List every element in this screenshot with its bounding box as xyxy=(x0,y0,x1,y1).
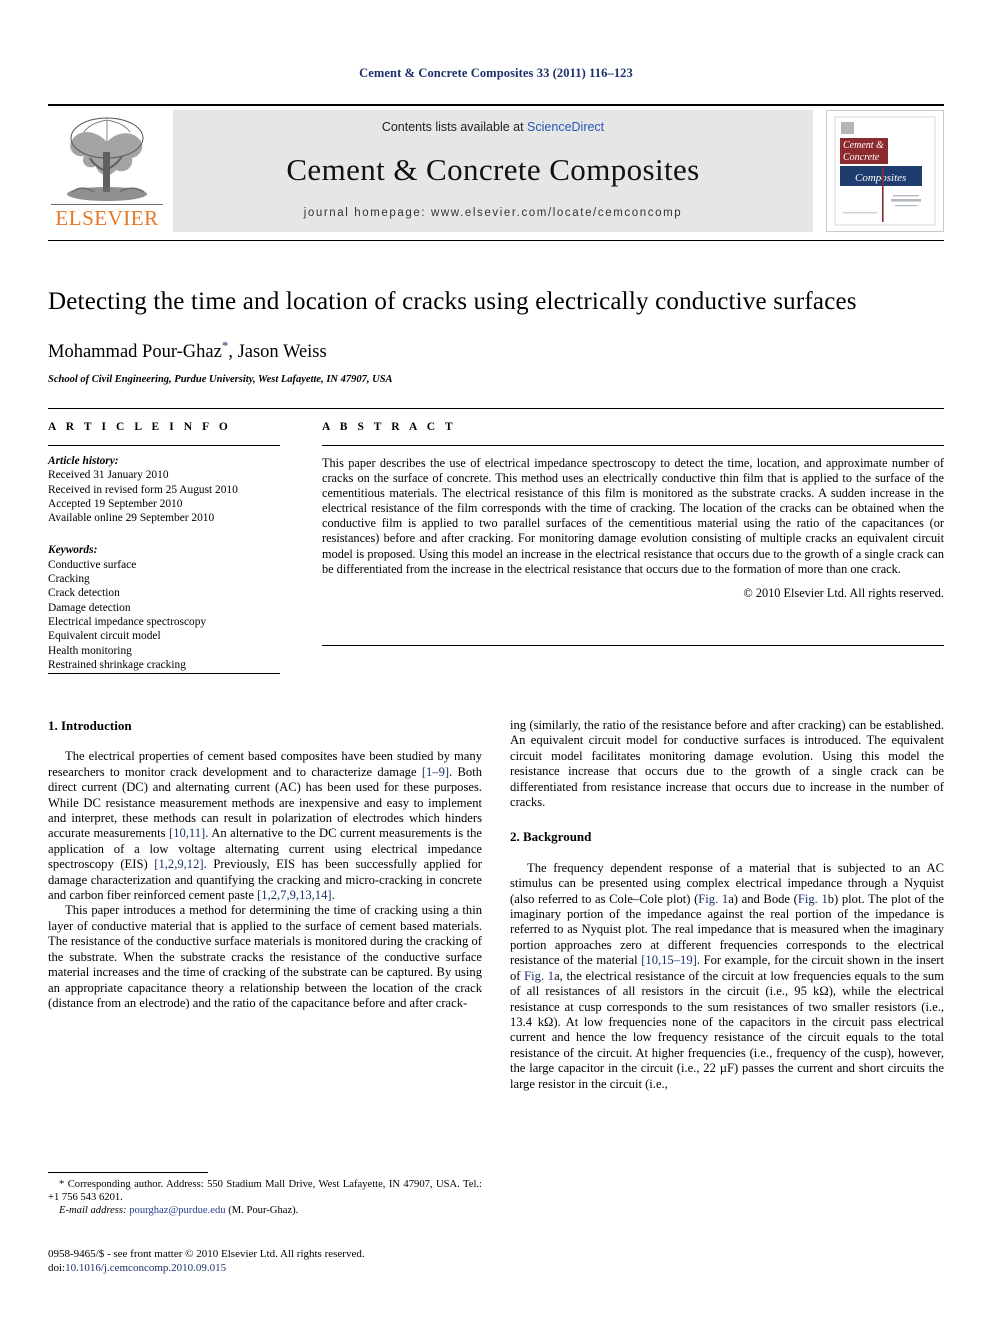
email-owner: (M. Pour-Ghaz). xyxy=(228,1205,299,1217)
journal-masthead: ELSEVIER Contents lists available at Sci… xyxy=(48,110,944,232)
citation-ref[interactable]: [1,2,7,9,13,14] xyxy=(257,888,332,902)
affiliation: School of Civil Engineering, Purdue Univ… xyxy=(48,374,393,386)
info-abstract-top-rule xyxy=(48,408,944,409)
svg-text:Cement &: Cement & xyxy=(843,140,884,151)
keyword-item: Conductive surface xyxy=(48,558,137,571)
keyword-item: Health monitoring xyxy=(48,644,132,657)
section-heading-introduction: 1. Introduction xyxy=(48,718,132,733)
masthead-top-rule xyxy=(48,104,944,106)
paragraph-text: The electrical properties of cement base… xyxy=(48,749,482,779)
article-info-rule xyxy=(48,445,280,446)
email-link[interactable]: pourghaz@purdue.edu xyxy=(129,1205,225,1216)
contents-available-text: Contents lists available at xyxy=(381,120,528,134)
keyword-item: Electrical impedance spectroscopy xyxy=(48,615,207,628)
doi-link[interactable]: 10.1016/j.cemconcomp.2010.09.015 xyxy=(65,1262,226,1274)
journal-cover-thumbnail: Cement & Concrete Composites xyxy=(826,110,944,232)
abstract-rule xyxy=(322,445,944,446)
svg-text:Concrete: Concrete xyxy=(843,152,880,163)
abstract-panel: A B S T R A C T This paper describes the… xyxy=(322,421,944,601)
elsevier-wordmark: ELSEVIER xyxy=(55,206,159,230)
cover-elsevier-mark xyxy=(841,122,854,134)
abstract-text: This paper describes the use of electric… xyxy=(322,456,944,576)
author-secondary: , Jason Weiss xyxy=(228,342,327,363)
footnote-divider xyxy=(48,1172,208,1173)
section-heading-background: 2. Background xyxy=(510,829,592,845)
corresponding-author-note: * Corresponding author. Address: 550 Sta… xyxy=(48,1179,482,1204)
svg-text:Composites: Composites xyxy=(855,172,906,184)
abstract-bottom-rule xyxy=(322,645,944,646)
title-block: Detecting the time and location of crack… xyxy=(48,288,944,385)
citation-ref[interactable]: [10,11] xyxy=(169,826,205,840)
article-history-block: Article history: Received 31 January 201… xyxy=(48,454,280,525)
elsevier-tree-icon xyxy=(67,117,147,201)
body-column-right: ing (similarly, the ratio of the resista… xyxy=(510,718,944,1092)
article-info-heading: A R T I C L E I N F O xyxy=(48,421,232,433)
paragraph-text: a) and Bode ( xyxy=(728,891,798,906)
abstract-heading: A B S T R A C T xyxy=(322,421,457,433)
journal-title: Cement & Concrete Composites xyxy=(286,151,700,187)
paragraph-text: a, the electrical resistance of the circ… xyxy=(510,968,945,1091)
issn-doi-block: 0958-9465/$ - see front matter © 2010 El… xyxy=(48,1248,482,1275)
contents-available-line: Contents lists available at ScienceDirec… xyxy=(382,120,604,134)
sciencedirect-link[interactable]: ScienceDirect xyxy=(527,120,604,134)
journal-homepage-link[interactable]: journal homepage: www.elsevier.com/locat… xyxy=(304,207,683,219)
doi-label: doi: xyxy=(48,1261,66,1274)
paragraph-text: . xyxy=(331,888,335,903)
body-column-left: 1. Introduction The electrical propertie… xyxy=(48,718,482,1011)
keyword-item: Crack detection xyxy=(48,587,120,600)
figure-ref[interactable]: Fig. 1 xyxy=(524,969,554,983)
keyword-item: Equivalent circuit model xyxy=(48,630,161,643)
abstract-copyright: © 2010 Elsevier Ltd. All rights reserved… xyxy=(743,585,944,600)
paragraph: The electrical properties of cement base… xyxy=(48,749,482,903)
history-item: Available online 29 September 2010 xyxy=(48,512,215,525)
elsevier-logo: ELSEVIER xyxy=(48,110,166,232)
keyword-item: Restrained shrinkage cracking xyxy=(48,658,186,671)
issn-line: 0958-9465/$ - see front matter © 2010 El… xyxy=(48,1248,365,1260)
article-history-label: Article history: xyxy=(48,455,119,467)
cover-art: Cement & Concrete Composites xyxy=(827,111,943,231)
elsevier-divider xyxy=(51,204,163,205)
email-label: E-mail address: xyxy=(59,1205,127,1217)
footnote-block: * Corresponding author. Address: 550 Sta… xyxy=(48,1178,482,1218)
keywords-label: Keywords: xyxy=(48,544,98,557)
author-primary: Mohammad Pour-Ghaz xyxy=(48,342,222,363)
article-info-bottom-rule xyxy=(48,673,280,674)
paragraph: The frequency dependent response of a ma… xyxy=(510,861,944,1092)
keyword-item: Damage detection xyxy=(48,601,131,614)
running-head: Cement & Concrete Composites 33 (2011) 1… xyxy=(359,66,633,80)
history-item: Received 31 January 2010 xyxy=(48,469,169,482)
paper-page: Cement & Concrete Composites 33 (2011) 1… xyxy=(0,0,992,1323)
paragraph-continuation: ing (similarly, the ratio of the resista… xyxy=(510,718,944,810)
keywords-block: Keywords: Conductive surface Cracking Cr… xyxy=(48,543,280,672)
keyword-item: Cracking xyxy=(48,573,90,586)
article-info-panel: A R T I C L E I N F O Article history: R… xyxy=(48,421,280,672)
email-note: E-mail address: pourghaz@purdue.edu (M. … xyxy=(48,1204,482,1217)
page-title: Detecting the time and location of crack… xyxy=(48,288,857,315)
history-item: Accepted 19 September 2010 xyxy=(48,497,183,510)
masthead-bottom-rule xyxy=(48,240,944,241)
citation-ref[interactable]: [10,15–19] xyxy=(641,953,697,967)
citation-ref[interactable]: [1,2,9,12] xyxy=(154,857,203,871)
citation-ref[interactable]: [1–9] xyxy=(422,765,449,779)
author-list: Mohammad Pour-Ghaz*, Jason Weiss xyxy=(48,338,944,363)
paragraph: This paper introduces a method for deter… xyxy=(48,903,482,1010)
figure-ref[interactable]: Fig. 1 xyxy=(798,892,828,906)
doi-line: doi:10.1016/j.cemconcomp.2010.09.015 xyxy=(48,1262,482,1276)
journal-band: Contents lists available at ScienceDirec… xyxy=(173,110,813,232)
figure-ref[interactable]: Fig. 1 xyxy=(698,892,728,906)
history-item: Received in revised form 25 August 2010 xyxy=(48,483,238,496)
